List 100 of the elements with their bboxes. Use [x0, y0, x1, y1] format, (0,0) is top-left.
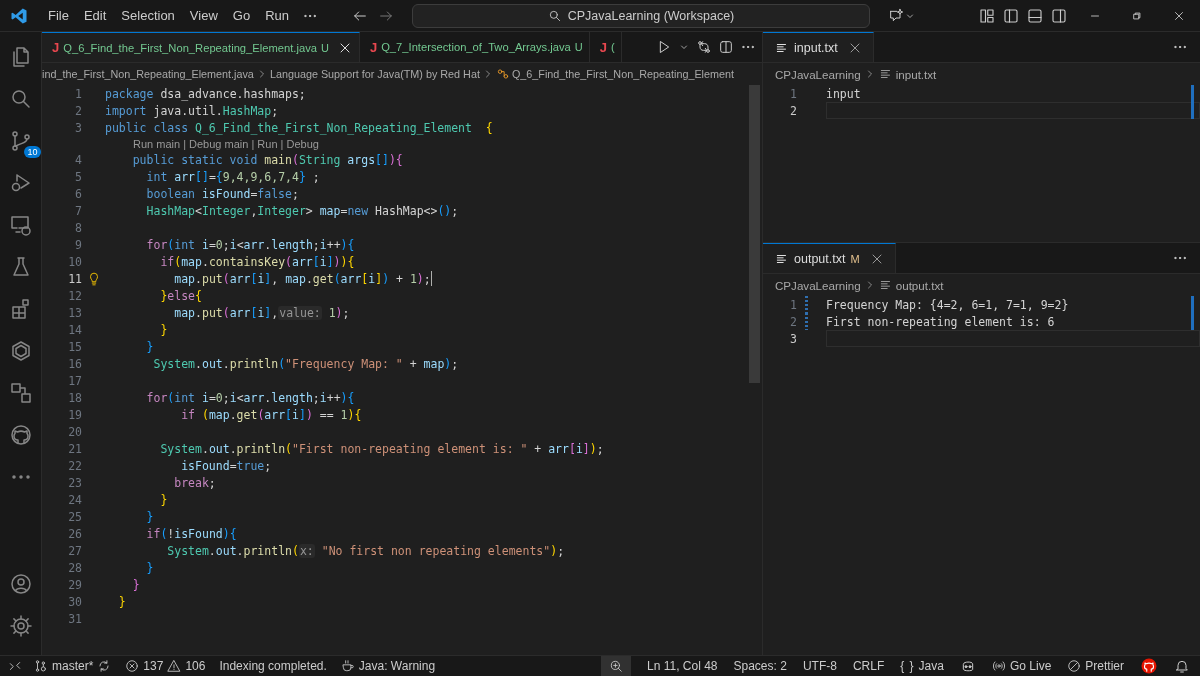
line-number: 24 [67, 492, 82, 507]
line-number: 5 [74, 169, 82, 184]
code-line: } [145, 339, 154, 354]
line-number: 20 [67, 424, 82, 439]
line-number: 6 [74, 186, 82, 201]
formatter-status[interactable]: Prettier [1085, 659, 1124, 673]
warning-count[interactable]: 106 [185, 659, 206, 673]
breadcrumb-item[interactable]: output.txt [895, 278, 944, 292]
menu-item[interactable]: Edit [77, 8, 116, 23]
code-line: package dsa_advance.hashmaps; [105, 86, 306, 101]
code-lens[interactable]: Run main | Debug main | Run | Debug [133, 137, 319, 150]
code-line: } [145, 509, 154, 524]
editor-tab[interactable]: J Q_6_Find_the_First_Non_Repeating_Element.java U [42, 32, 360, 62]
breadcrumb-item[interactable]: ind_the_First_Non_Repeating_Element.java [42, 68, 254, 80]
line-number: 19 [67, 407, 82, 422]
editor-tab[interactable]: output.txt M [763, 243, 896, 273]
line-number: 2 [789, 314, 797, 329]
encoding[interactable]: UTF-8 [802, 659, 837, 673]
line-number: 31 [67, 611, 82, 626]
line-number: 25 [67, 509, 82, 524]
workspace-name: CPJavaLearning (Workspace) [567, 8, 735, 23]
text-line: First non-repeating element is: 6 [826, 314, 1055, 329]
line-number: 10 [67, 254, 82, 269]
line-number: 26 [67, 526, 82, 541]
code-line: for(int i=0;i<arr.length;i++){ [145, 390, 355, 405]
line-number: 30 [67, 594, 82, 609]
line-number: 9 [74, 237, 82, 252]
menu-item[interactable]: Run [259, 8, 298, 23]
code-line: if (map.get(arr[i]) == 1){ [180, 407, 362, 422]
code-line: HashMap<Integer,Integer> map=new HashMap<>(); [145, 203, 459, 218]
code-line: if(!isFound){ [145, 526, 237, 541]
breadcrumb-item[interactable]: Language Support for Java(TM) by Red Hat [269, 68, 480, 80]
menu-item[interactable]: View [183, 8, 227, 23]
text-line: input [826, 86, 861, 101]
line-number: 2 [74, 103, 82, 118]
editor-tab[interactable]: J Q_7_Intersection_of_Two_Arrays.java U [359, 32, 590, 62]
branch-name[interactable]: master* [52, 659, 94, 673]
language-mode[interactable]: Java [918, 659, 944, 673]
code-line: }else{ [159, 288, 202, 303]
count-badge: 10 [24, 146, 41, 158]
line-number: 12 [67, 288, 82, 303]
error-count[interactable]: 137 [143, 659, 164, 673]
code-line: boolean isFound=false; [145, 186, 299, 201]
line-number: 1 [789, 297, 797, 312]
breadcrumb-item[interactable]: input.txt [895, 67, 937, 81]
line-number: 22 [67, 458, 82, 473]
line-number: 7 [74, 203, 82, 218]
breadcrumb-item[interactable]: CPJavaLearning [775, 278, 861, 292]
line-number: 14 [67, 322, 82, 337]
line-number: 3 [789, 331, 797, 346]
code-line: System.out.println(x: "No first non repeating elements"); [166, 543, 565, 558]
menu-item[interactable]: File [42, 8, 78, 23]
status-message: Indexing completed. [219, 659, 327, 673]
code-line: map.put(arr[i], map.get(arr[i]) + 1); [173, 271, 431, 286]
code-line: } [117, 594, 126, 609]
line-number: 21 [67, 441, 82, 456]
line-number: 1 [74, 86, 82, 101]
line-number: 13 [67, 305, 82, 320]
line-number: 3 [74, 120, 82, 135]
code-line: System.out.println("Frequency Map: " + map); [152, 356, 459, 371]
braces-glyph: { } [900, 659, 915, 673]
code-line: import java.util.HashMap; [105, 103, 279, 118]
cursor-position[interactable]: Ln 11, Col 48 [647, 659, 718, 673]
code-line: break; [173, 475, 216, 490]
line-number: 16 [67, 356, 82, 371]
code-line: map.put(arr[i],value: 1); [173, 305, 350, 320]
code-line: int arr[]={9,4,9,6,7,4} ; [145, 169, 320, 184]
line-ending[interactable]: CRLF [852, 659, 885, 673]
code-line: } [159, 322, 168, 337]
code-line: public static void main(String args[]){ [131, 152, 403, 167]
line-number: 28 [67, 560, 82, 575]
java-status[interactable]: Java: Warning [358, 659, 436, 673]
editor-tab[interactable]: J ( [589, 32, 622, 62]
code-line: if(map.containsKey(arr[i])){ [159, 254, 355, 269]
line-number: 11 [67, 271, 82, 286]
line-number: 23 [67, 475, 82, 490]
code-line: } [145, 560, 154, 575]
code-line: } [159, 492, 168, 507]
breadcrumb-item[interactable]: Q_6_Find_the_First_Non_Repeating_Element [511, 68, 734, 80]
menu-item[interactable]: Go [226, 8, 260, 23]
line-number: 18 [67, 390, 82, 405]
code-line: public class Q_6_Find_the_First_Non_Repeating_Element { [105, 120, 493, 135]
line-number: 8 [74, 220, 82, 235]
editor-tab[interactable]: input.txt [763, 32, 874, 62]
line-number: 1 [789, 86, 797, 101]
code-line: } [131, 577, 140, 592]
go-live-button[interactable]: Go Live [1009, 659, 1052, 673]
line-number: 15 [67, 339, 82, 354]
line-number: 29 [67, 577, 82, 592]
code-line: isFound=true; [180, 458, 272, 473]
indentation[interactable]: Spaces: 2 [733, 659, 787, 673]
code-line: for(int i=0;i<arr.length;i++){ [145, 237, 355, 252]
code-line: System.out.println("First non-repeating element is: " + arr[i]); [159, 441, 604, 456]
text-line: Frequency Map: {4=2, 6=1, 7=1, 9=2} [826, 297, 1069, 312]
line-number: 27 [67, 543, 82, 558]
line-number: 4 [74, 152, 82, 167]
command-center[interactable]: CPJavaLearning (Workspace) [412, 3, 870, 28]
menu-item[interactable]: Selection [115, 8, 184, 23]
breadcrumb-item[interactable]: CPJavaLearning [775, 67, 861, 81]
line-number: 17 [67, 373, 82, 388]
